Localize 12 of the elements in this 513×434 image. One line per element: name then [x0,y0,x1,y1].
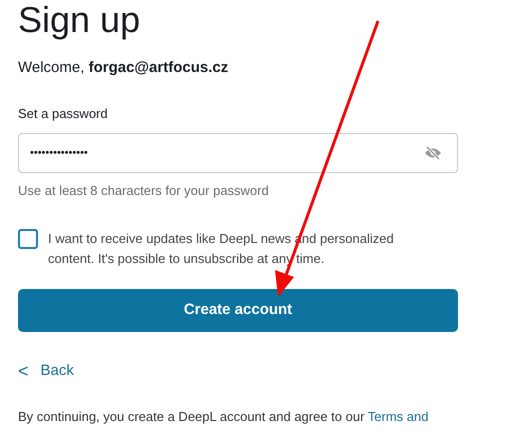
page-title: Sign up [18,0,142,40]
back-link[interactable]: < Back [18,358,74,384]
welcome-text: Welcome, forgac@artfocus.cz [18,58,228,78]
legal-text: By continuing, you create a DeepL account and agree to our Terms and [18,408,428,426]
hint-text: Use at least 8 characters for your password [18,182,269,200]
terms-link[interactable]: Terms and [368,408,428,424]
chevron-left-icon: < [18,358,29,384]
field-label: Set a password [18,104,108,123]
password-field[interactable]: ••••••••••••••• [18,133,458,173]
checkbox[interactable] [18,228,38,248]
create-account-button[interactable]: Create account [18,288,458,332]
eye-slash-icon[interactable] [424,146,442,160]
